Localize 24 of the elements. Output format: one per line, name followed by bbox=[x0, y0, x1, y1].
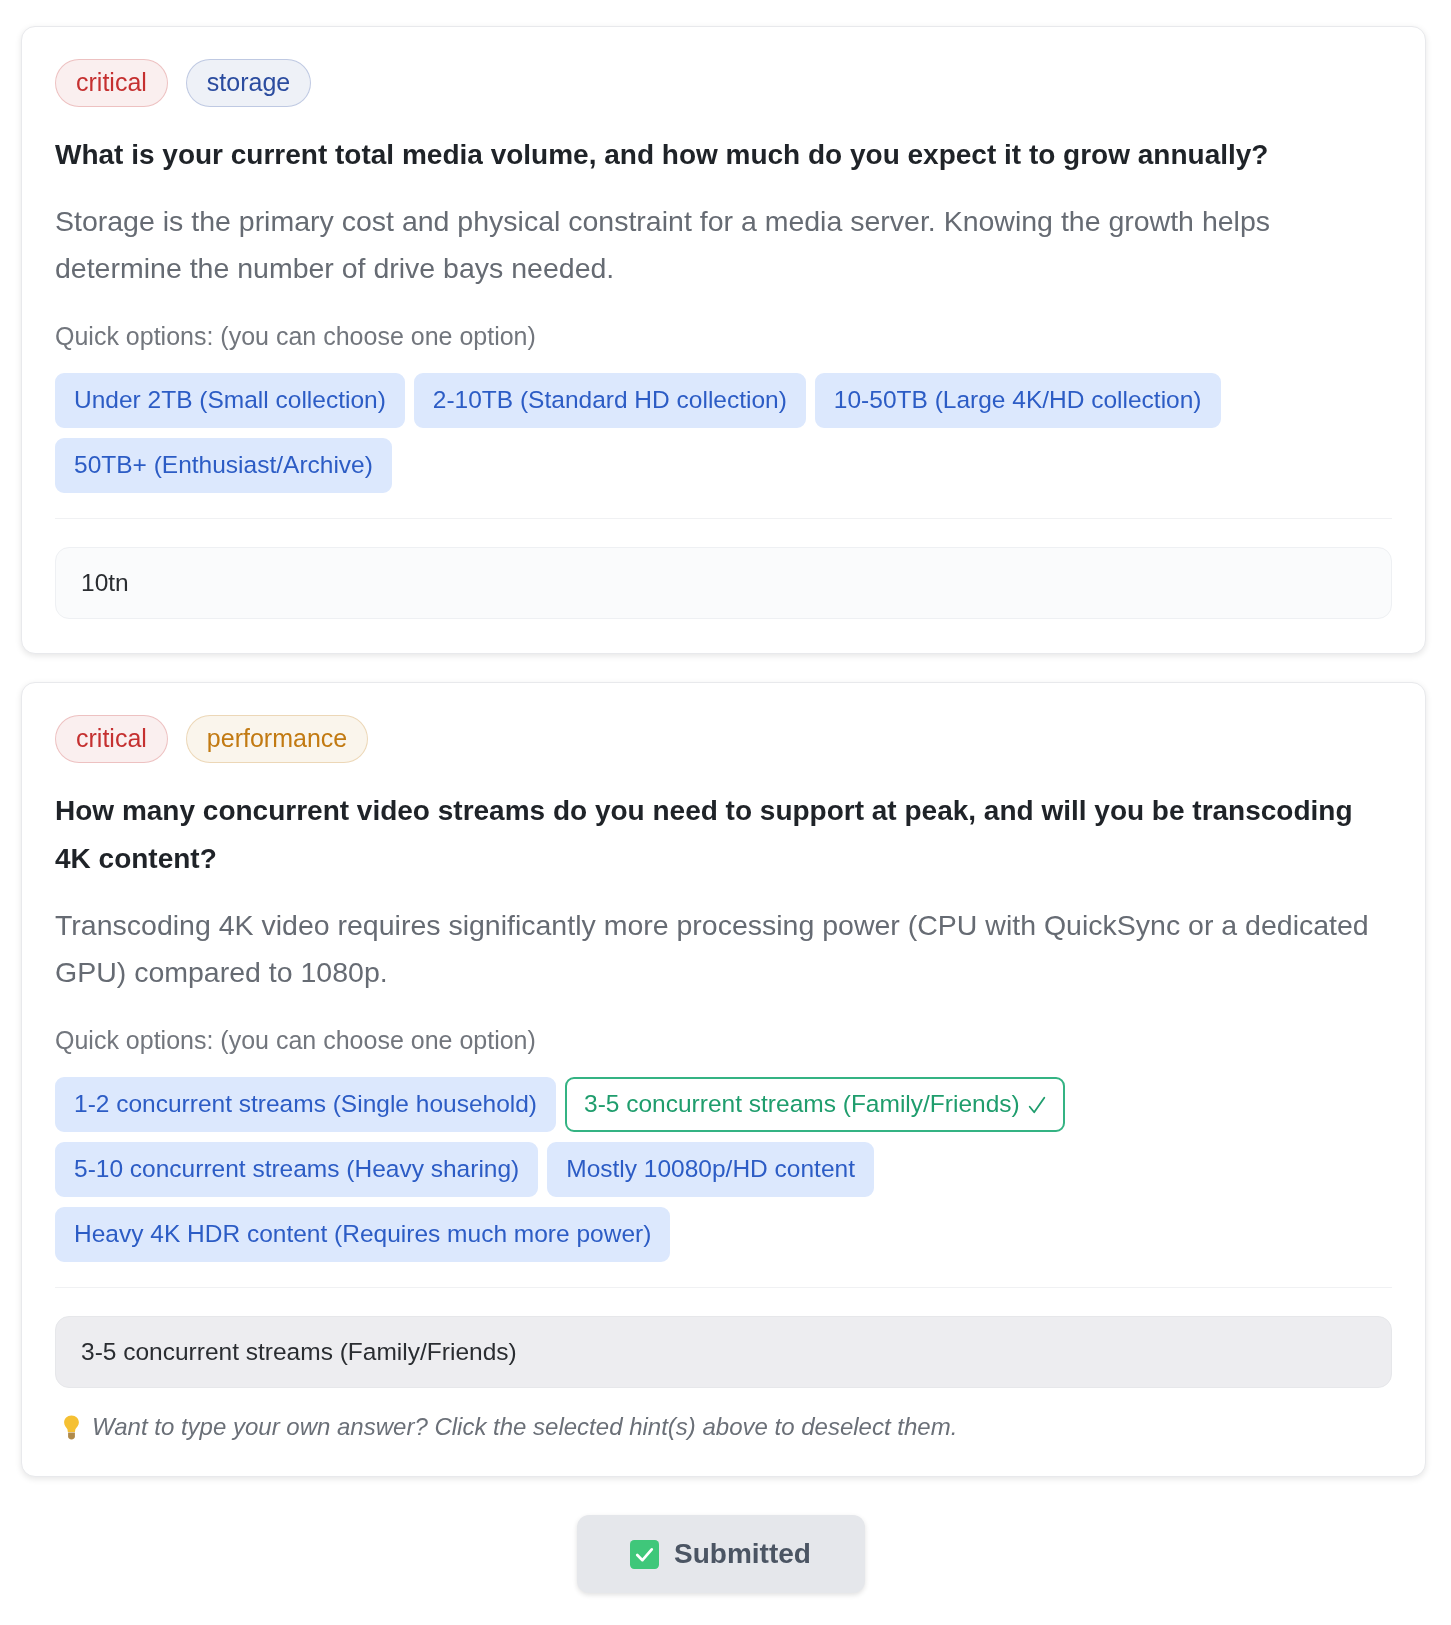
question-description: Storage is the primary cost and physical constraint for a media server. Knowing the growth helps determine the number of drive bays needed. bbox=[55, 204, 1272, 286]
option-chip[interactable]: Under 2TB (Small collection) bbox=[55, 373, 405, 428]
answer-field[interactable]: 10tn bbox=[55, 547, 1392, 619]
options-label: Quick options: (you can choose one option) bbox=[55, 1025, 537, 1055]
option-chip[interactable]: 5-10 concurrent streams (Heavy sharing) bbox=[55, 1142, 539, 1197]
options-label: Quick options: (you can choose one option) bbox=[55, 321, 537, 351]
tag: performance bbox=[185, 715, 369, 763]
question-text: What is your current total media volume, and how much do you expect it to grow annually? bbox=[55, 138, 1270, 172]
option-chip[interactable]: Mostly 10080p/HD content bbox=[547, 1142, 874, 1197]
option-chip[interactable]: 1-2 concurrent streams (Single household) bbox=[55, 1077, 556, 1132]
option-chip[interactable]: 10-50TB (Large 4K/HD collection) bbox=[814, 373, 1221, 428]
option-chip[interactable]: 3-5 concurrent streams (Family/Friends) bbox=[565, 1077, 1065, 1132]
lightbulb-icon bbox=[63, 1414, 80, 1440]
question-description: Transcoding 4K video requires significantly more processing power (CPU with QuickSync or a dedicated GPU) compared to 1080p. bbox=[55, 908, 1370, 990]
hint-text: Want to type your own answer? Click the selected hint(s) above to deselect them. bbox=[92, 1412, 958, 1442]
tag: storage bbox=[185, 59, 312, 107]
option-chip[interactable]: 2-10TB (Standard HD collection) bbox=[413, 373, 806, 428]
check-icon bbox=[1027, 1095, 1046, 1114]
checkbox-icon bbox=[630, 1539, 660, 1569]
tag: critical bbox=[55, 59, 168, 107]
tag: critical bbox=[55, 715, 168, 763]
option-chip[interactable]: Heavy 4K HDR content (Requires much more power) bbox=[55, 1207, 671, 1262]
question-text: How many concurrent video streams do you need to support at peak, and will you be transcoding 4K content? bbox=[55, 794, 1354, 876]
option-chip[interactable]: 50TB+ (Enthusiast/Archive) bbox=[55, 438, 392, 493]
